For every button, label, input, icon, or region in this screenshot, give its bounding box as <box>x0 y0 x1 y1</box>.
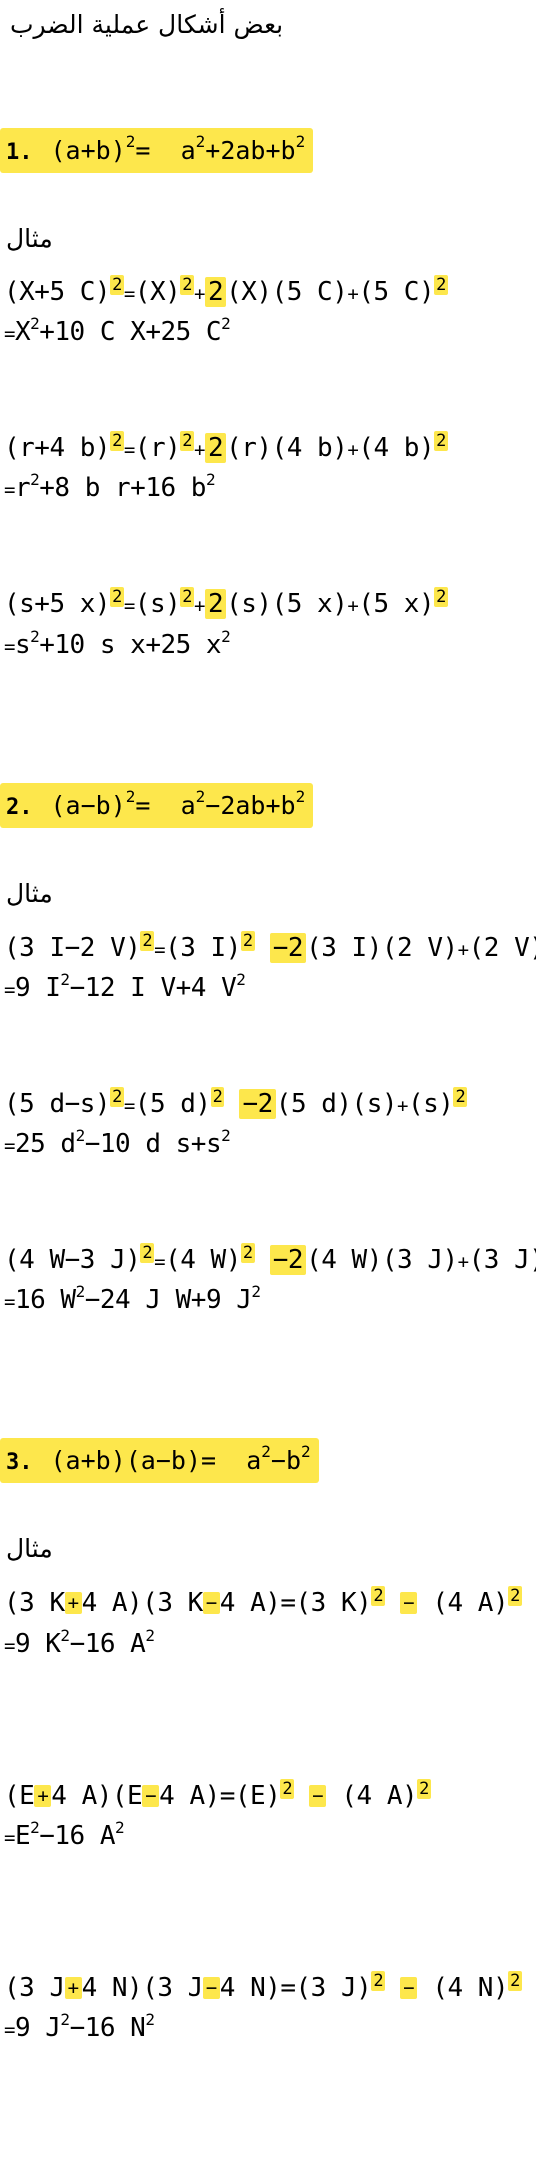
formula-lhs: (a−b) <box>50 791 126 820</box>
rule-1-banner: 1. (a+b)2= a2+2ab+b2 <box>0 128 314 173</box>
expansion-line: (X+5 C) 2 =(X) 2 +2 (X)(5 C)+(5 C) 2 <box>4 275 448 307</box>
formula-rhs: a <box>180 136 196 165</box>
formula-lhs: (a+b)(a−b)= <box>50 1446 217 1475</box>
result-line: =r2+8 b r+16 b2 <box>4 470 216 504</box>
formula-tail: −b <box>270 1446 301 1475</box>
example-label: مثال <box>6 1534 53 1563</box>
result-line: =9 I2−12 I V+4 V2 <box>4 970 246 1004</box>
example-label: مثال <box>6 879 53 908</box>
expansion-line: (E +4 A)(E −4 A)=(E) 2 − (4 A) 2 <box>4 1779 431 1811</box>
page-title: بعض أشكال عملية الضرب <box>10 10 284 39</box>
formula-lhs: (a+b) <box>50 136 126 165</box>
expansion-line: (3 K +4 A)(3 K −4 A)=(3 K) 2 − (4 A) 2 <box>4 1586 522 1618</box>
expansion-line: (s+5 x) 2 =(s) 2 +2 (s)(5 x)+(5 x) 2 <box>4 587 448 619</box>
rule-number: 1. <box>6 140 33 165</box>
result-line: =9 J2−16 N2 <box>4 2010 155 2044</box>
expansion-line: (r+4 b) 2 =(r) 2 +2 (r)(4 b)+(4 b) 2 <box>4 431 448 463</box>
result-line: =E2−16 A2 <box>4 1818 125 1852</box>
formula-tail: +2ab+b <box>205 136 296 165</box>
rule-2-banner: 2. (a−b)2= a2−2ab+b2 <box>0 783 314 828</box>
result-line: =9 K2−16 A2 <box>4 1626 155 1660</box>
formula-tail: −2ab+b <box>205 791 296 820</box>
rule-3-banner: 3. (a+b)(a−b)= a2−b2 <box>0 1438 319 1483</box>
formula-rhs: a <box>246 1446 262 1475</box>
expansion-line: (5 d−s) 2 =(5 d) 2 −2 (5 d)(s)+(s) 2 <box>4 1087 468 1119</box>
expansion-line: (3 J +4 N)(3 J −4 N)=(3 J) 2 − (4 N) 2 <box>4 1971 522 2003</box>
exponent: 2 <box>125 132 136 151</box>
result-line: =16 W2−24 J W+9 J2 <box>4 1282 261 1316</box>
formula-rhs: a <box>180 791 196 820</box>
exponent: 2 <box>195 132 206 151</box>
exponent: 2 <box>295 132 306 151</box>
result-line: =25 d2−10 d s+s2 <box>4 1126 231 1160</box>
result-line: =s2+10 s x+25 x2 <box>4 627 231 661</box>
result-line: =X2+10 C X+25 C2 <box>4 314 231 348</box>
rule-number: 2. <box>6 795 33 820</box>
expansion-line: (4 W−3 J)2=(4 W)2 −2(4 W)(3 J)+(3 J)2 <box>4 1243 536 1275</box>
example-label: مثال <box>6 224 53 253</box>
rule-number: 3. <box>6 1450 33 1475</box>
page: بعض أشكال عملية الضرب 1. (a+b)2= a2+2ab+b… <box>0 0 536 2158</box>
expansion-line: (3 I−2 V)2=(3 I)2 −2(3 I)(2 V)+(2 V)2 <box>4 931 536 963</box>
